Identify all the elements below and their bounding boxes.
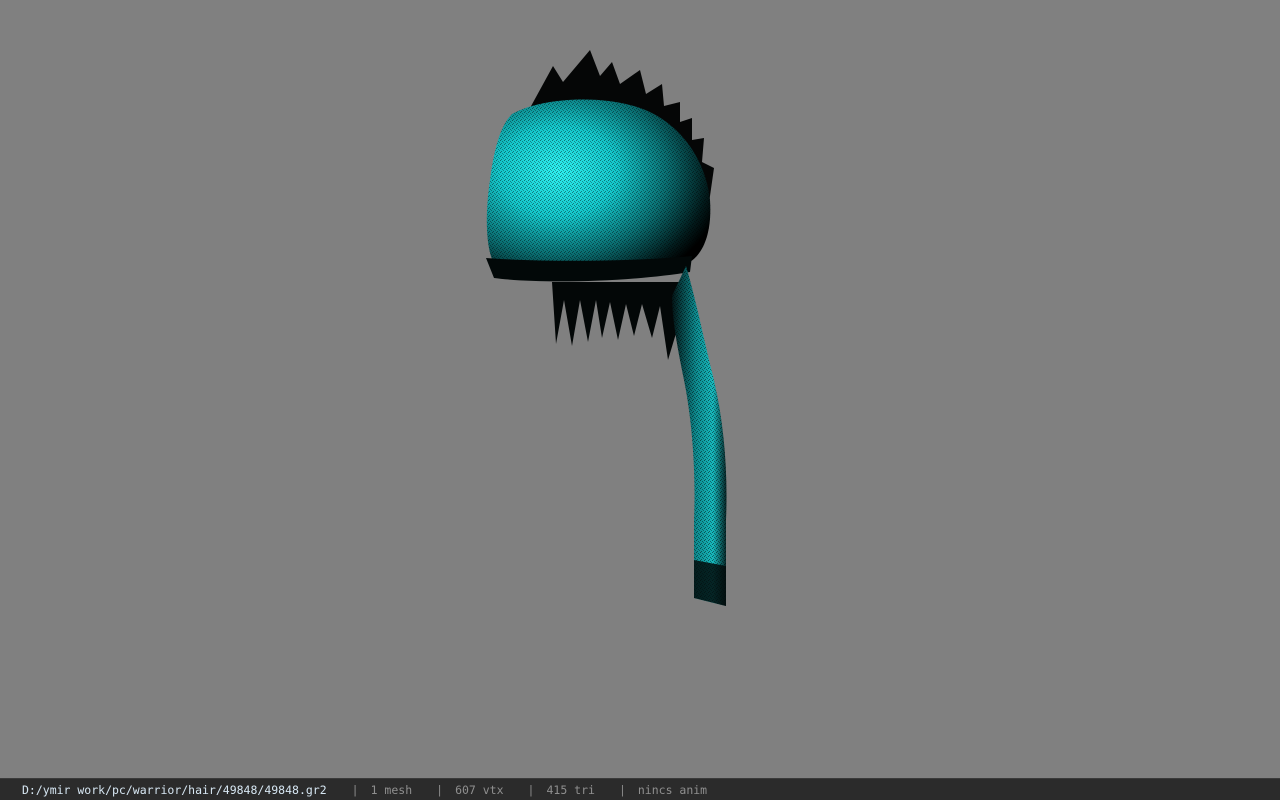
- separator: |: [436, 782, 444, 797]
- status-bar: D:/ymir work/pc/warrior/hair/49848/49848…: [0, 778, 1280, 800]
- hair-model[interactable]: [0, 0, 1280, 778]
- animation-status: nincs anim: [637, 782, 708, 797]
- separator: |: [527, 782, 535, 797]
- 3d-viewport[interactable]: [0, 0, 1280, 778]
- mesh-count: 1 mesh: [370, 782, 413, 797]
- separator: |: [618, 782, 626, 797]
- bottom-fringe: [552, 282, 686, 360]
- vertex-count: 607 vtx: [455, 782, 504, 797]
- file-path: D:/ymir work/pc/warrior/hair/49848/49848…: [22, 782, 327, 797]
- triangle-count: 415 tri: [546, 782, 595, 797]
- separator: |: [351, 782, 359, 797]
